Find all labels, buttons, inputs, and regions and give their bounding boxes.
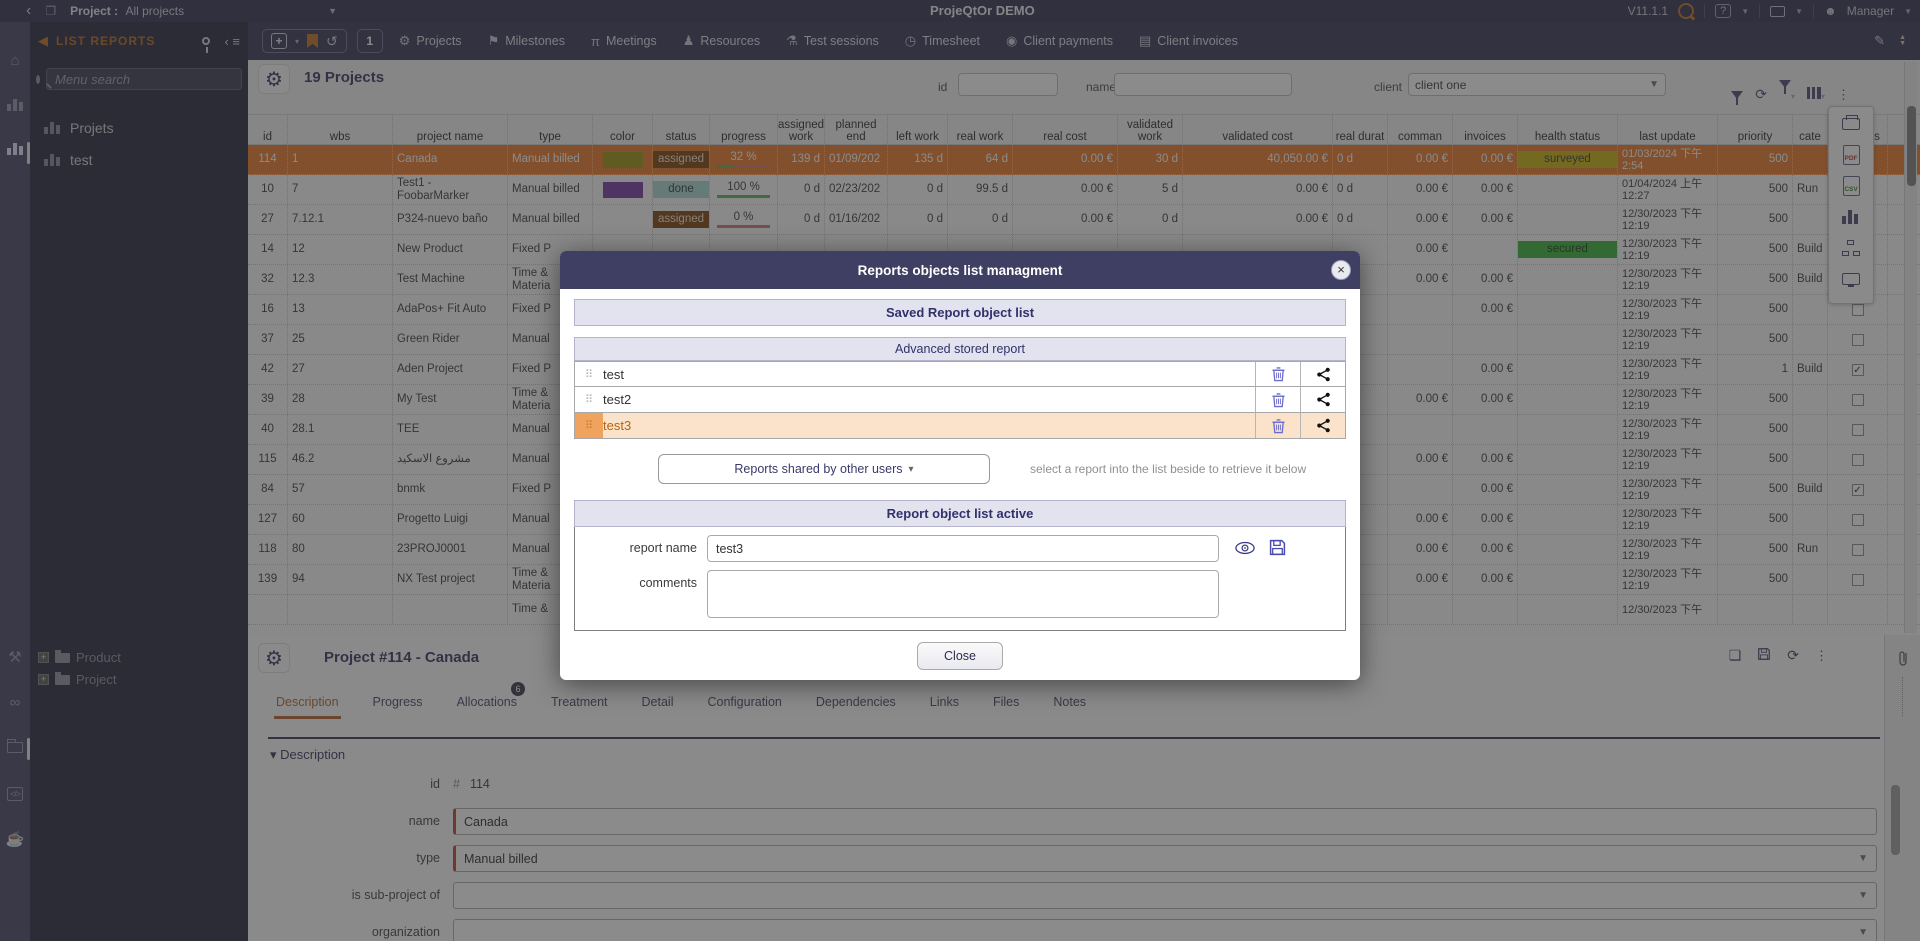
delete-report-button[interactable] xyxy=(1255,413,1300,438)
drag-handle-icon[interactable]: ⠿ xyxy=(575,413,603,438)
saved-reports-list: ⠿test⠿test2⠿test3 xyxy=(574,361,1346,439)
drag-handle-icon[interactable]: ⠿ xyxy=(575,387,603,412)
report-name: test3 xyxy=(603,413,1255,438)
report-list-item[interactable]: ⠿test xyxy=(574,361,1346,387)
report-name-input[interactable] xyxy=(707,535,1219,562)
share-report-button[interactable] xyxy=(1300,362,1345,386)
shared-reports-dropdown[interactable]: Reports shared by other users▾ xyxy=(658,454,990,484)
delete-report-button[interactable] xyxy=(1255,387,1300,412)
comments-label: comments xyxy=(587,570,707,590)
dialog-title: Reports objects list managment xyxy=(858,263,1063,278)
advanced-stored-report-header: Advanced stored report xyxy=(574,337,1346,361)
report-name: test xyxy=(603,362,1255,386)
share-report-button[interactable] xyxy=(1300,413,1345,438)
share-report-button[interactable] xyxy=(1300,387,1345,412)
report-list-item[interactable]: ⠿test2 xyxy=(574,387,1346,413)
reports-list-management-dialog: Reports objects list managment × Saved R… xyxy=(560,251,1360,680)
projeqtor-app: ‹ ❐ Project : All projects ▼ ProjeQtOr D… xyxy=(0,0,1920,941)
close-button[interactable]: Close xyxy=(917,642,1003,670)
report-name: test2 xyxy=(603,387,1255,412)
drag-handle-icon[interactable]: ⠿ xyxy=(575,362,603,386)
saved-report-list-header: Saved Report object list xyxy=(574,299,1346,326)
report-name-label: report name xyxy=(587,535,707,555)
report-object-active-header: Report object list active xyxy=(574,500,1346,527)
close-icon[interactable]: × xyxy=(1331,260,1351,280)
report-list-item[interactable]: ⠿test3 xyxy=(574,413,1346,439)
delete-report-button[interactable] xyxy=(1255,362,1300,386)
chevron-down-icon: ▾ xyxy=(909,464,914,475)
select-report-hint: select a report into the list beside to … xyxy=(1030,462,1306,476)
save-report-icon[interactable] xyxy=(1269,539,1286,559)
comments-textarea[interactable] xyxy=(707,570,1219,618)
preview-eye-icon[interactable] xyxy=(1235,541,1255,558)
